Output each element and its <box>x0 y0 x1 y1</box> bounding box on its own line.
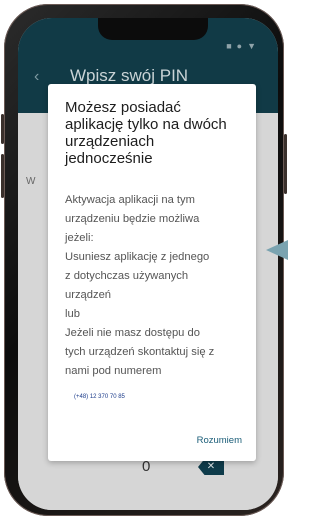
dialog-title-line: urządzeniach <box>65 133 155 150</box>
dot-icon: ● <box>236 41 243 51</box>
phone-side-button <box>284 134 287 194</box>
status-icons: ■ ● ▼ <box>226 42 256 51</box>
phone-side-button <box>1 114 4 144</box>
dialog-title-line: jednocześnie <box>65 150 153 167</box>
dialog-message-line: tych urządzeń skontaktuj się z <box>65 346 215 358</box>
phone-side-button <box>1 154 4 198</box>
side-pointer-arrow <box>266 240 288 260</box>
triangle-down-icon: ▼ <box>247 41 256 51</box>
dialog-message-line: Jeżeli nie masz dostępu do <box>65 327 200 339</box>
dialog-message-line: nami pod numerem <box>65 365 162 377</box>
device-limit-dialog: Możesz posiadać aplikację tylko na dwóch… <box>48 84 256 461</box>
phone-frame: ■ ● ▼ ‹ Wpisz swój PIN W u 0 ✕ Możesz po… <box>1 4 287 516</box>
stage: ■ ● ▼ ‹ Wpisz swój PIN W u 0 ✕ Możesz po… <box>0 0 288 520</box>
dialog-message-line: z dotychczas używanych <box>65 270 189 282</box>
square-icon: ■ <box>226 41 232 51</box>
dialog-message-line: urządzeń <box>65 289 112 301</box>
phone-notch <box>98 18 208 40</box>
dialog-message-line: Usuniesz aplikację z jednego <box>65 251 210 263</box>
support-phone-link[interactable]: (+48) 12 370 70 85 <box>74 394 125 400</box>
dialog-message-line: urządzeniu będzie możliwa <box>65 213 200 225</box>
page-title: Wpisz swój PIN <box>70 66 189 85</box>
background-text-fragment: W <box>26 176 36 187</box>
dialog-title-line: aplikację tylko na dwóch <box>65 116 227 133</box>
dialog-title-line: Możesz posiadać <box>65 99 181 116</box>
dialog-message-line: lub <box>65 308 80 320</box>
phone-screen: ■ ● ▼ ‹ Wpisz swój PIN W u 0 ✕ Możesz po… <box>18 18 278 510</box>
dialog-message: Aktywacja aplikacji na tym urządzeniu bę… <box>65 191 247 381</box>
dialog-title: Możesz posiadać aplikację tylko na dwóch… <box>65 99 243 167</box>
dialog-message-line: jeżeli: <box>65 232 94 244</box>
back-arrow-icon[interactable]: ‹ <box>34 68 39 86</box>
confirm-button[interactable]: Rozumiem <box>197 435 242 446</box>
dialog-message-line: Aktywacja aplikacji na tym <box>65 194 195 206</box>
